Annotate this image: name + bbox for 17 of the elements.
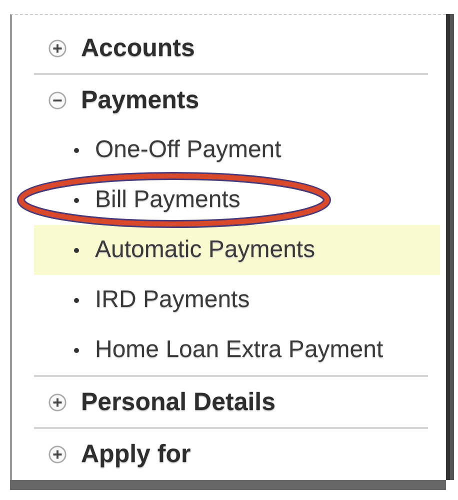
expand-icon[interactable] xyxy=(48,444,67,464)
expand-icon[interactable] xyxy=(48,38,67,58)
bullet-icon xyxy=(74,198,79,202)
expand-icon[interactable] xyxy=(48,392,67,412)
menu-section-header[interactable]: Payments xyxy=(34,75,440,125)
bullet-icon xyxy=(74,348,79,352)
menu-link[interactable]: One-Off Payment xyxy=(95,136,282,164)
bullet-icon xyxy=(74,248,79,252)
menu-section-header[interactable]: Accounts xyxy=(34,23,440,73)
bullet-icon xyxy=(74,298,79,302)
bullet-icon xyxy=(74,148,79,152)
menu-link[interactable]: Automatic Payments xyxy=(95,236,316,264)
menu-link[interactable]: IRD Payments xyxy=(95,286,250,314)
menu-link[interactable]: Home Loan Extra Payment xyxy=(95,336,384,364)
menu-section-header[interactable]: Apply for xyxy=(34,429,440,479)
collapse-icon[interactable] xyxy=(48,90,67,110)
menu-section-header[interactable]: Personal Details xyxy=(34,377,440,427)
